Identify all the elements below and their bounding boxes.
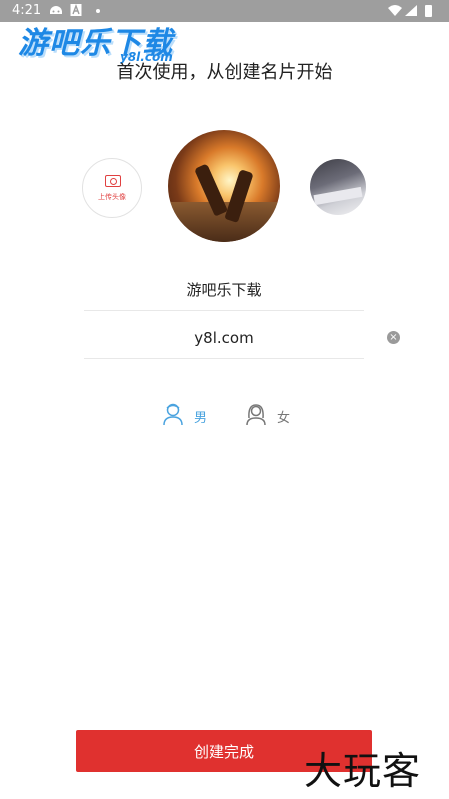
page-title: 首次使用，从创建名片开始	[116, 62, 333, 83]
avatar-option[interactable]	[310, 159, 366, 215]
wifi-icon	[388, 5, 402, 16]
camera-icon	[105, 175, 121, 187]
name-input[interactable]: 游吧乐下载	[84, 270, 364, 311]
male-icon	[163, 403, 183, 426]
avatar-main[interactable]	[168, 130, 280, 242]
battery-icon	[425, 5, 432, 17]
gender-female-label: 女	[277, 411, 291, 426]
gender-male-option[interactable]: 男	[162, 402, 222, 428]
upload-avatar-button[interactable]: 上传头像	[82, 158, 142, 218]
avatar-image-detail	[313, 186, 363, 206]
status-time: 4:21	[12, 3, 42, 18]
clear-icon[interactable]: ×	[387, 331, 400, 344]
female-icon	[246, 404, 266, 426]
signal-icon	[405, 5, 417, 16]
secondary-input[interactable]: y8l.com	[84, 318, 364, 359]
upload-avatar-label: 上传头像	[98, 193, 126, 201]
gender-female-option[interactable]: 女	[245, 402, 305, 428]
status-right	[387, 3, 439, 22]
gender-male-label: 男	[194, 411, 208, 426]
watermark-bottom: 大玩客	[304, 749, 422, 793]
